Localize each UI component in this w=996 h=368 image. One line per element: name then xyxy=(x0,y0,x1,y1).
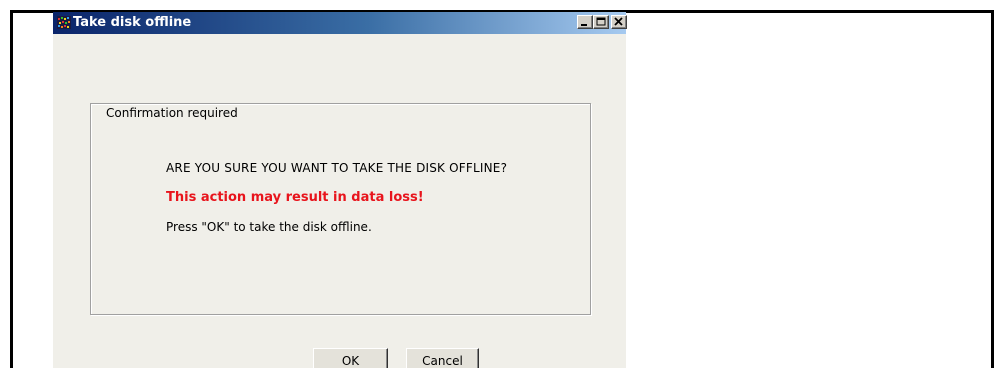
app-icon xyxy=(57,16,71,29)
instruction-text: Press "OK" to take the disk offline. xyxy=(166,220,372,234)
close-icon xyxy=(614,17,623,26)
groupbox-legend: Confirmation required xyxy=(101,105,243,121)
maximize-icon xyxy=(596,17,606,26)
window-title: Take disk offline xyxy=(73,15,192,30)
maximize-button[interactable] xyxy=(593,15,609,29)
close-button[interactable] xyxy=(611,15,627,29)
minimize-icon xyxy=(581,24,587,26)
confirmation-question: ARE YOU SURE YOU WANT TO TAKE THE DISK O… xyxy=(166,161,508,175)
data-loss-warning: This action may result in data loss! xyxy=(166,190,424,205)
confirmation-groupbox xyxy=(90,103,591,315)
cancel-button[interactable]: Cancel xyxy=(406,348,479,368)
dialog-window: Take disk offline Confirmation required … xyxy=(53,12,627,368)
title-bar[interactable]: Take disk offline xyxy=(53,12,627,34)
minimize-button[interactable] xyxy=(577,15,593,29)
ok-button[interactable]: OK xyxy=(313,348,388,368)
